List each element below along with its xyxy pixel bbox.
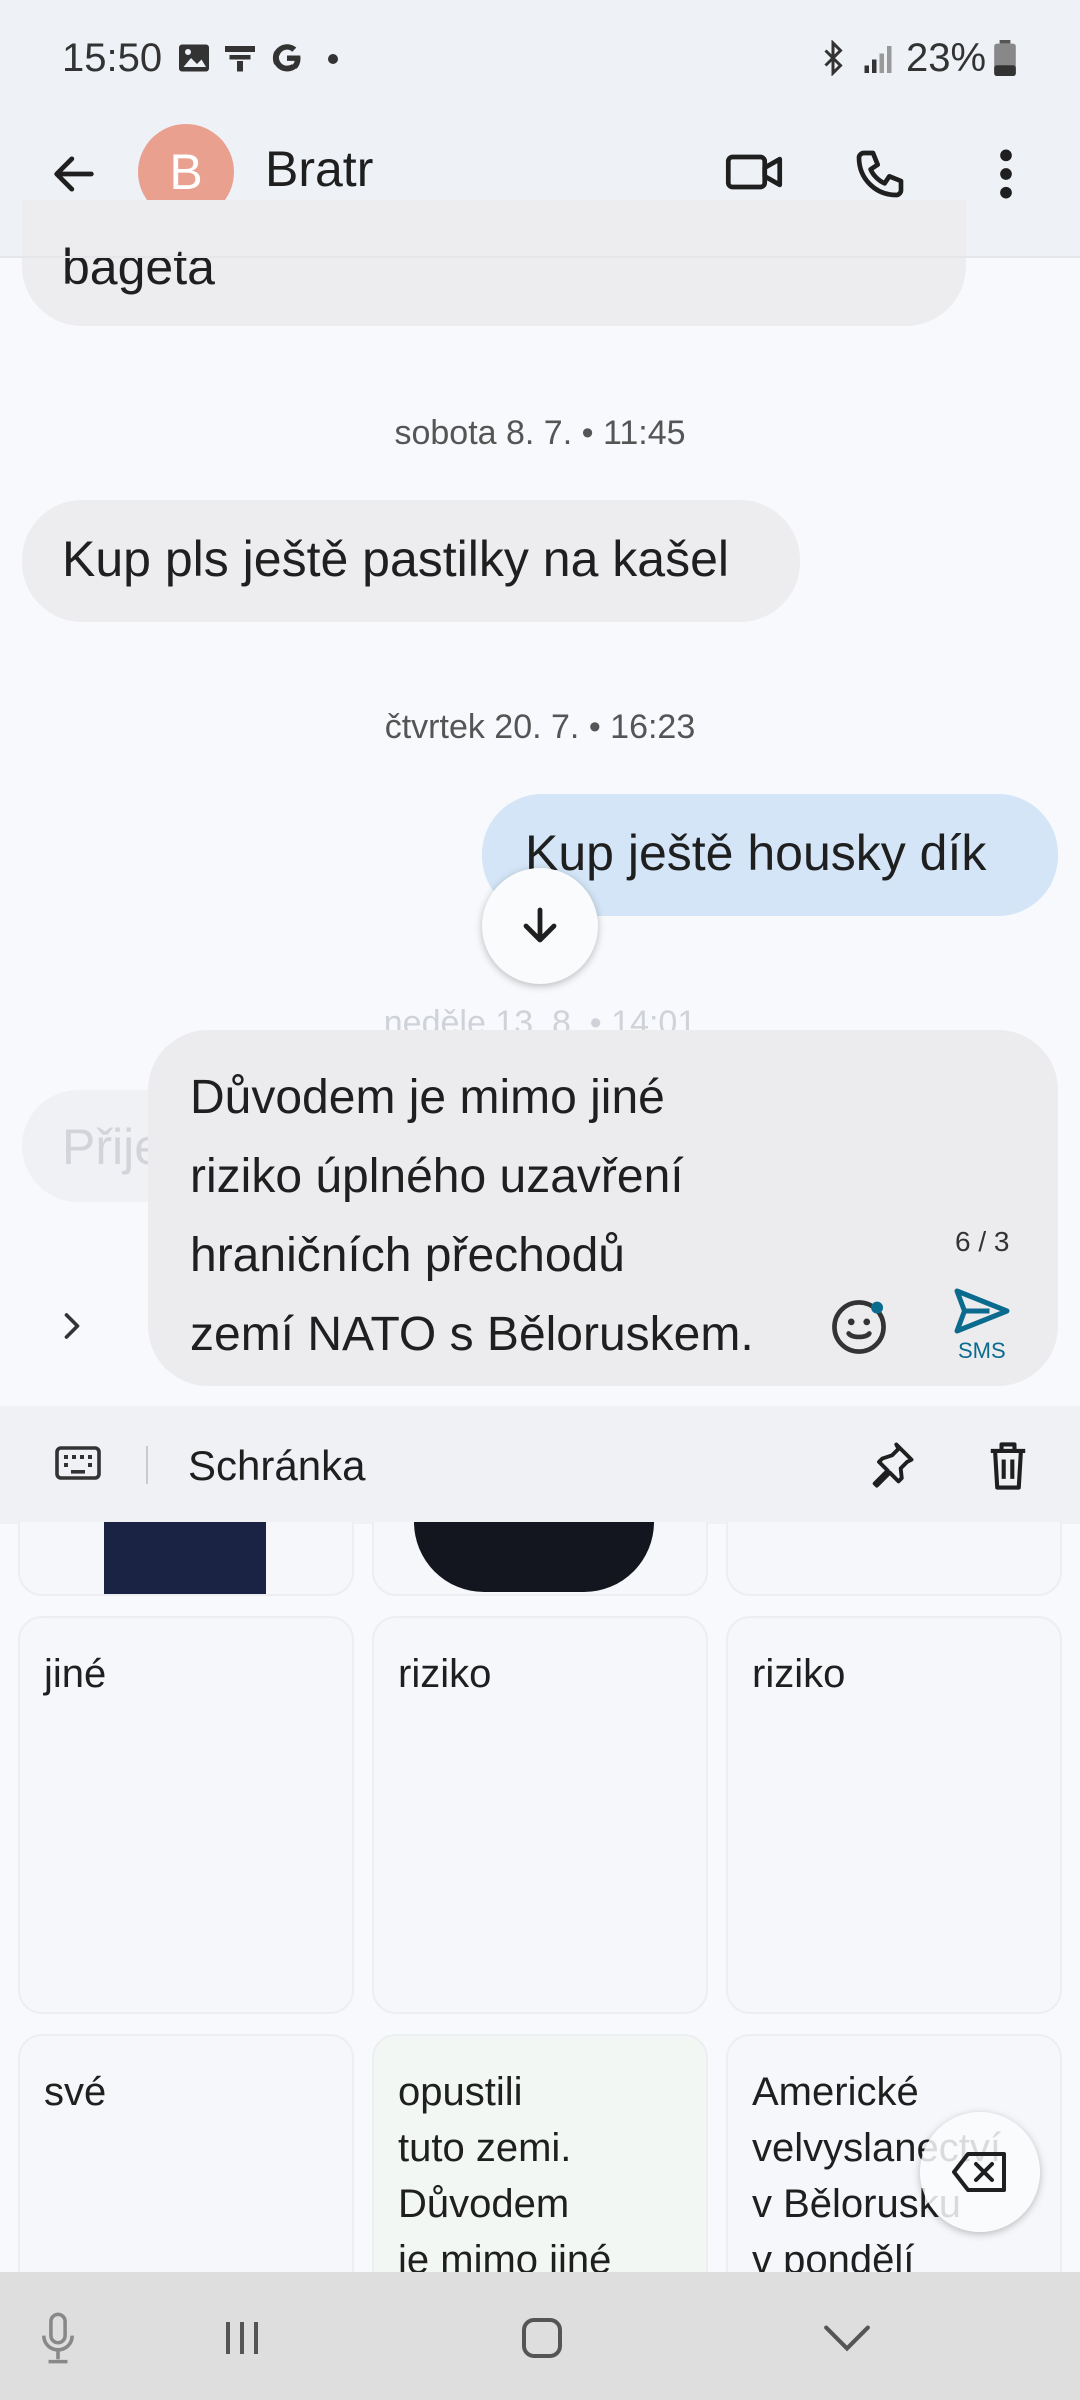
send-icon [954, 1288, 1010, 1334]
backspace-icon [952, 2152, 1006, 2192]
message-text: bageta [62, 239, 215, 295]
sms-counter: 6 / 3 [955, 1226, 1010, 1257]
clipboard-toolbar [0, 1406, 1080, 1524]
status-time: 15:50 [62, 36, 163, 80]
emoji-icon[interactable] [828, 1296, 890, 1358]
app-bar-divider [0, 256, 1080, 258]
clipboard-card[interactable]: riziko [726, 1616, 1062, 2014]
toolbar-divider [146, 1446, 148, 1484]
clipboard-card-text: riziko [398, 1652, 492, 1696]
battery-icon [994, 40, 1016, 76]
clipboard-card-text: riziko [752, 1652, 846, 1696]
signal-icon [864, 46, 892, 73]
keyboard-icon[interactable] [54, 1442, 102, 1486]
clipboard-card-text: své [44, 2070, 107, 2114]
arrow-down-icon [523, 907, 557, 943]
scroll-to-bottom-button[interactable] [482, 868, 598, 984]
clipboard-card[interactable] [726, 1522, 1062, 1596]
contact-name[interactable]: Bratr [265, 140, 373, 198]
clipboard-card[interactable]: jiné [18, 1616, 354, 2014]
battery-percent: 23% [906, 36, 987, 80]
clipboard-card[interactable]: své [18, 2034, 354, 2298]
timestamp-divider: čtvrtek 20. 7. • 16:23 [384, 708, 696, 746]
more-options-icon[interactable] [990, 146, 1022, 202]
phone-call-icon[interactable] [852, 146, 908, 202]
clipboard-card-text: opustili tuto zemi. Důvodem je mimo jiné [398, 2070, 612, 2282]
clipboard-card-text: jiné [44, 1652, 107, 1696]
delete-icon[interactable] [982, 1438, 1034, 1494]
send-type-label: SMS [958, 1338, 1006, 1363]
news-icon [225, 46, 255, 72]
pin-icon[interactable] [866, 1438, 918, 1490]
clipboard-image [414, 1522, 654, 1592]
clipboard-card[interactable] [18, 1522, 354, 1596]
back-arrow-icon[interactable] [48, 148, 100, 200]
message-text: Kup pls ještě pastilky na kašel [62, 531, 730, 587]
bluetooth-icon [824, 40, 843, 76]
gallery-icon [179, 44, 209, 72]
timestamp-divider: sobota 8. 7. • 11:45 [394, 414, 686, 452]
home-icon[interactable] [520, 2316, 564, 2360]
clipboard-image [104, 1522, 266, 1594]
notification-dot [328, 54, 338, 64]
expand-chevron-icon[interactable] [54, 1304, 90, 1348]
clipboard-title: Schránka [188, 1442, 366, 1489]
recent-apps-icon[interactable] [220, 2318, 264, 2358]
message-text: Kup ještě housky dík [525, 825, 987, 881]
microphone-icon[interactable] [38, 2312, 78, 2364]
video-call-icon[interactable] [724, 146, 784, 198]
backspace-button[interactable] [920, 2112, 1040, 2232]
google-icon [272, 44, 301, 72]
hide-keyboard-icon[interactable] [822, 2322, 872, 2354]
clipboard-card[interactable]: opustili tuto zemi. Důvodem je mimo jiné [372, 2034, 708, 2298]
send-button[interactable]: SMS [948, 1286, 1020, 1366]
clipboard-card[interactable] [372, 1522, 708, 1596]
message-input-text[interactable]: Důvodem je mimo jiné riziko úplného uzav… [190, 1058, 830, 1374]
clipboard-card[interactable]: riziko [372, 1616, 708, 2014]
